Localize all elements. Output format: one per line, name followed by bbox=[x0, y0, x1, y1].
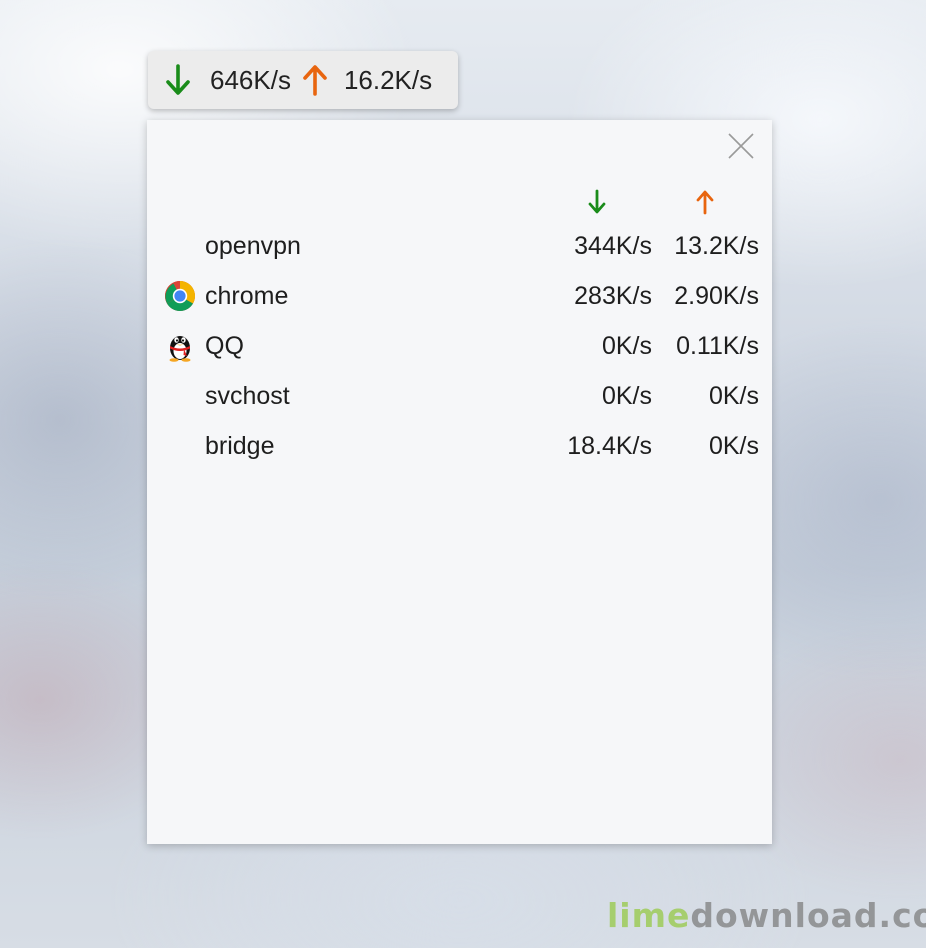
watermark-part-lime: lime bbox=[607, 896, 691, 935]
process-upload-speed: 0.11K/s bbox=[676, 332, 759, 360]
process-list: openvpn 344K/s 13.2K/s chrome 283K/s 2.9… bbox=[147, 221, 772, 471]
process-download-speed: 18.4K/s bbox=[567, 432, 652, 460]
process-upload-speed: 0K/s bbox=[708, 382, 759, 410]
download-arrow-icon bbox=[166, 64, 190, 95]
upload-arrow-icon bbox=[303, 65, 327, 96]
process-upload-speed: 2.90K/s bbox=[674, 282, 759, 310]
list-item[interactable]: bridge 18.4K/s 0K/s bbox=[147, 421, 772, 471]
process-name: QQ bbox=[205, 332, 244, 360]
qq-penguin-icon bbox=[169, 336, 191, 362]
process-name: chrome bbox=[205, 282, 289, 310]
list-item[interactable]: chrome 283K/s 2.90K/s bbox=[147, 271, 772, 321]
list-item[interactable]: openvpn 344K/s 13.2K/s bbox=[147, 221, 772, 271]
process-download-speed: 344K/s bbox=[574, 232, 652, 260]
process-name: bridge bbox=[205, 432, 275, 460]
process-traffic-panel: openvpn 344K/s 13.2K/s chrome 283K/s 2.9… bbox=[147, 120, 772, 844]
upload-column-icon bbox=[696, 190, 714, 215]
watermark-logo: limedownload.com bbox=[607, 896, 926, 935]
process-name: openvpn bbox=[205, 232, 301, 260]
process-download-speed: 0K/s bbox=[601, 382, 652, 410]
total-download-speed: 646K/s bbox=[210, 64, 291, 95]
process-download-speed: 283K/s bbox=[574, 282, 652, 310]
list-item[interactable]: svchost 0K/s 0K/s bbox=[147, 371, 772, 421]
list-item[interactable]: QQ 0K/s 0.11K/s bbox=[147, 321, 772, 371]
total-upload-speed: 16.2K/s bbox=[343, 64, 433, 95]
process-upload-speed: 13.2K/s bbox=[674, 232, 759, 260]
chrome-icon bbox=[164, 281, 196, 312]
process-name: svchost bbox=[205, 382, 290, 410]
close-icon[interactable] bbox=[725, 130, 757, 162]
process-upload-speed: 0K/s bbox=[708, 432, 759, 460]
speed-bar[interactable]: 646K/s 16.2K/s bbox=[148, 51, 458, 109]
watermark-part-download: download.com bbox=[690, 896, 926, 935]
process-download-speed: 0K/s bbox=[601, 332, 652, 360]
download-column-icon bbox=[588, 189, 606, 214]
